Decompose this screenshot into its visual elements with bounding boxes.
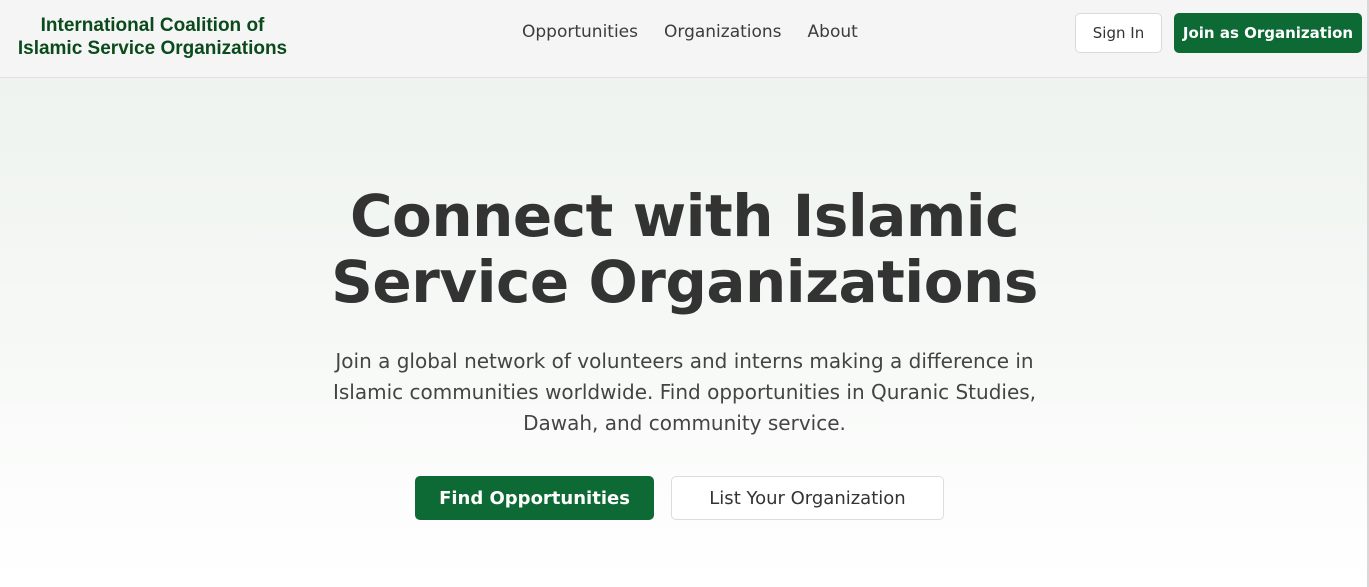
nav-link-about[interactable]: About (808, 21, 858, 43)
site-logo-text[interactable]: International Coalition of Islamic Servi… (10, 14, 295, 60)
find-opportunities-button[interactable]: Find Opportunities (415, 476, 654, 520)
site-header: International Coalition of Islamic Servi… (0, 0, 1369, 78)
hero-subtitle-line-3: Dawah, and community service. (523, 411, 846, 435)
nav-link-organizations[interactable]: Organizations (664, 21, 782, 43)
hero-title-line-2: Service Organizations (331, 248, 1038, 316)
list-your-organization-button[interactable]: List Your Organization (671, 476, 944, 520)
join-label: Join as Organization (1182, 24, 1354, 42)
hero-subtitle-line-1: Join a global network of volunteers and … (335, 349, 1034, 373)
nav-link-opportunities[interactable]: Opportunities (522, 21, 638, 43)
brand-line-2: Islamic Service Organizations (17, 38, 288, 59)
find-opportunities-label: Find Opportunities (439, 487, 630, 509)
main-nav: Opportunities Organizations About (522, 21, 858, 43)
hero-section: Connect with Islamic Service Organizatio… (0, 78, 1369, 587)
sign-in-button[interactable]: Sign In (1075, 13, 1162, 53)
hero-subtitle: Join a global network of volunteers and … (0, 346, 1369, 439)
hero-title: Connect with Islamic Service Organizatio… (0, 183, 1369, 315)
list-your-organization-label: List Your Organization (709, 487, 906, 509)
join-as-organization-button[interactable]: Join as Organization (1174, 13, 1362, 53)
brand-line-1: International Coalition of (40, 15, 265, 36)
hero-subtitle-line-2: Islamic communities worldwide. Find oppo… (332, 380, 1037, 404)
hero-title-line-1: Connect with Islamic (349, 182, 1020, 250)
page: International Coalition of Islamic Servi… (0, 0, 1369, 587)
sign-in-label: Sign In (1092, 24, 1145, 42)
